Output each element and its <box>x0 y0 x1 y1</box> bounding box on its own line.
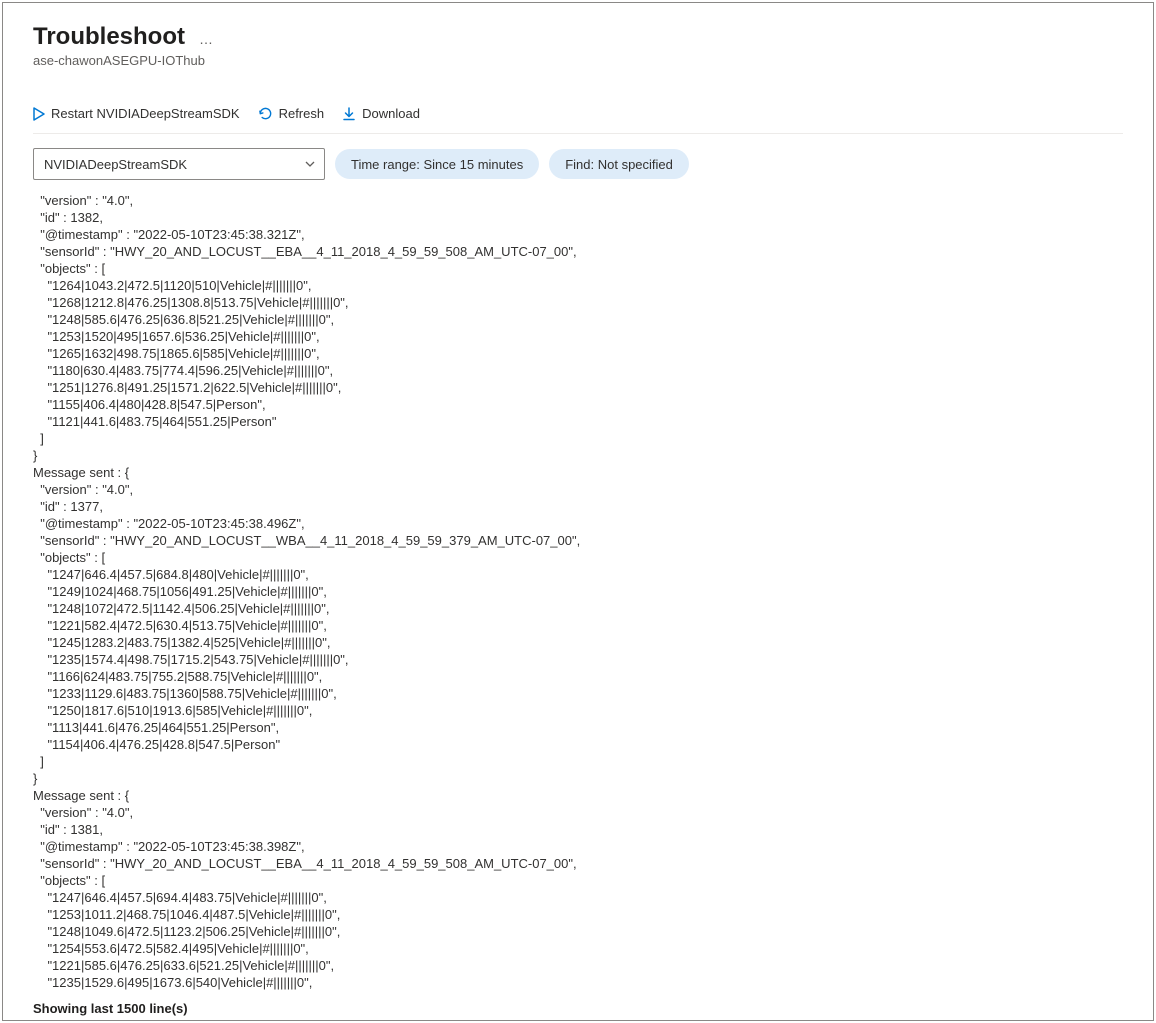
log-line: "1221|585.6|476.25|633.6|521.25|Vehicle|… <box>33 957 1123 974</box>
log-line: "@timestamp" : "2022-05-10T23:45:38.496Z… <box>33 515 1123 532</box>
log-line: "1253|1520|495|1657.6|536.25|Vehicle|#||… <box>33 328 1123 345</box>
module-select-value: NVIDIADeepStreamSDK <box>44 157 187 172</box>
play-icon <box>33 107 45 121</box>
log-line: "1155|406.4|480|428.8|547.5|Person", <box>33 396 1123 413</box>
page-container: Troubleshoot … ase-chawonASEGPU-IOThub R… <box>2 2 1154 1021</box>
log-line: "1250|1817.6|510|1913.6|585|Vehicle|#|||… <box>33 702 1123 719</box>
log-line: "1166|624|483.75|755.2|588.75|Vehicle|#|… <box>33 668 1123 685</box>
log-line: "sensorId" : "HWY_20_AND_LOCUST__EBA__4_… <box>33 855 1123 872</box>
log-line: } <box>33 447 1123 464</box>
refresh-button[interactable]: Refresh <box>258 104 325 123</box>
log-line: "1235|1529.6|495|1673.6|540|Vehicle|#|||… <box>33 974 1123 991</box>
breadcrumb-subtitle: ase-chawonASEGPU-IOThub <box>33 53 1123 68</box>
log-line: "1248|1049.6|472.5|1123.2|506.25|Vehicle… <box>33 923 1123 940</box>
log-line: "@timestamp" : "2022-05-10T23:45:38.398Z… <box>33 838 1123 855</box>
log-output: "version" : "4.0", "id" : 1382, "@timest… <box>33 192 1123 991</box>
log-line: "sensorId" : "HWY_20_AND_LOCUST__EBA__4_… <box>33 243 1123 260</box>
log-line: "1254|553.6|472.5|582.4|495|Vehicle|#|||… <box>33 940 1123 957</box>
log-line: } <box>33 770 1123 787</box>
chevron-down-icon <box>304 158 316 170</box>
log-line: "1245|1283.2|483.75|1382.4|525|Vehicle|#… <box>33 634 1123 651</box>
log-line: "1235|1574.4|498.75|1715.2|543.75|Vehicl… <box>33 651 1123 668</box>
log-line: "version" : "4.0", <box>33 804 1123 821</box>
log-line: "1265|1632|498.75|1865.6|585|Vehicle|#||… <box>33 345 1123 362</box>
page-title: Troubleshoot <box>33 23 185 51</box>
log-line: "id" : 1382, <box>33 209 1123 226</box>
log-line: "id" : 1377, <box>33 498 1123 515</box>
refresh-icon <box>258 106 273 121</box>
download-label: Download <box>362 106 420 121</box>
refresh-label: Refresh <box>279 106 325 121</box>
log-line: "1121|441.6|483.75|464|551.25|Person" <box>33 413 1123 430</box>
log-line: "1268|1212.8|476.25|1308.8|513.75|Vehicl… <box>33 294 1123 311</box>
log-footer: Showing last 1500 line(s) <box>33 1001 1123 1016</box>
download-icon <box>342 107 356 121</box>
log-line: "1221|582.4|472.5|630.4|513.75|Vehicle|#… <box>33 617 1123 634</box>
log-line: "version" : "4.0", <box>33 481 1123 498</box>
log-line: "objects" : [ <box>33 872 1123 889</box>
log-line: "1180|630.4|483.75|774.4|596.25|Vehicle|… <box>33 362 1123 379</box>
log-line: "1233|1129.6|483.75|1360|588.75|Vehicle|… <box>33 685 1123 702</box>
restart-button[interactable]: Restart NVIDIADeepStreamSDK <box>33 104 240 123</box>
log-line: "1251|1276.8|491.25|1571.2|622.5|Vehicle… <box>33 379 1123 396</box>
log-line: "1247|646.4|457.5|684.8|480|Vehicle|#|||… <box>33 566 1123 583</box>
more-actions-ellipsis[interactable]: … <box>199 31 214 47</box>
filter-row: NVIDIADeepStreamSDK Time range: Since 15… <box>33 148 1123 180</box>
restart-label: Restart NVIDIADeepStreamSDK <box>51 106 240 121</box>
download-button[interactable]: Download <box>342 104 420 123</box>
log-line: "1264|1043.2|472.5|1120|510|Vehicle|#|||… <box>33 277 1123 294</box>
log-line: Message sent : { <box>33 464 1123 481</box>
log-line: "@timestamp" : "2022-05-10T23:45:38.321Z… <box>33 226 1123 243</box>
log-line: "1247|646.4|457.5|694.4|483.75|Vehicle|#… <box>33 889 1123 906</box>
log-line: "1248|585.6|476.25|636.8|521.25|Vehicle|… <box>33 311 1123 328</box>
log-line: "1248|1072|472.5|1142.4|506.25|Vehicle|#… <box>33 600 1123 617</box>
module-select[interactable]: NVIDIADeepStreamSDK <box>33 148 325 180</box>
log-line: "version" : "4.0", <box>33 192 1123 209</box>
header-row: Troubleshoot … <box>33 23 1123 51</box>
log-line: "objects" : [ <box>33 260 1123 277</box>
log-line: "1113|441.6|476.25|464|551.25|Person", <box>33 719 1123 736</box>
log-line: ] <box>33 430 1123 447</box>
log-line: "1253|1011.2|468.75|1046.4|487.5|Vehicle… <box>33 906 1123 923</box>
log-line: "1154|406.4|476.25|428.8|547.5|Person" <box>33 736 1123 753</box>
log-line: "sensorId" : "HWY_20_AND_LOCUST__WBA__4_… <box>33 532 1123 549</box>
toolbar: Restart NVIDIADeepStreamSDK Refresh Down… <box>33 104 1123 134</box>
find-pill[interactable]: Find: Not specified <box>549 149 689 179</box>
log-line: Message sent : { <box>33 787 1123 804</box>
log-line: "1249|1024|468.75|1056|491.25|Vehicle|#|… <box>33 583 1123 600</box>
log-line: ] <box>33 753 1123 770</box>
log-line: "id" : 1381, <box>33 821 1123 838</box>
log-line: "objects" : [ <box>33 549 1123 566</box>
time-range-pill[interactable]: Time range: Since 15 minutes <box>335 149 539 179</box>
